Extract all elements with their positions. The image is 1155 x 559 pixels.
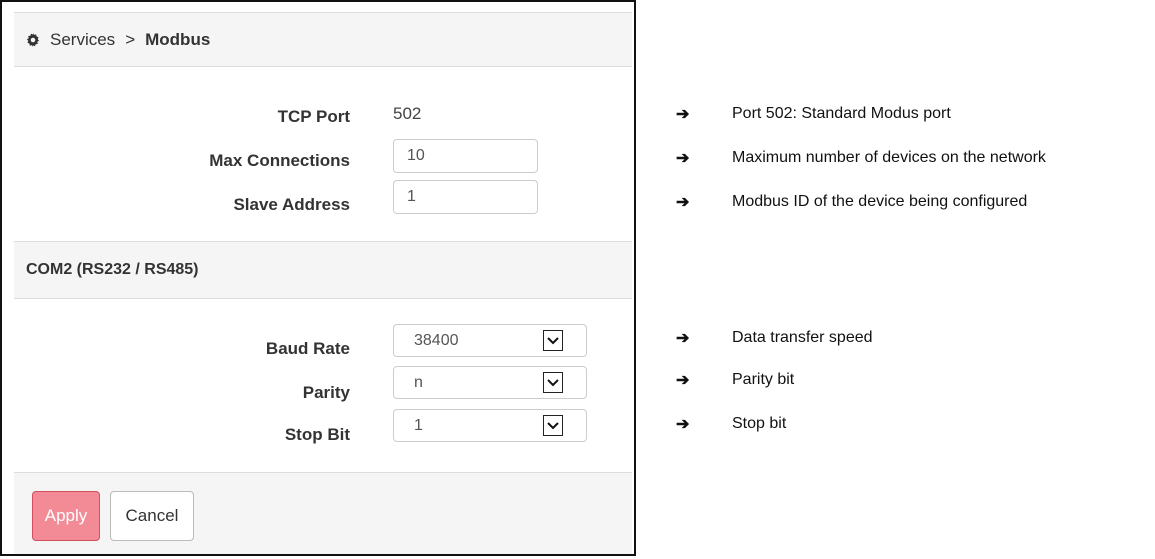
com2-section-title: COM2 (RS232 / RS485) — [14, 241, 632, 299]
breadcrumb-services[interactable]: Services — [50, 30, 115, 50]
max-connections-input[interactable] — [393, 139, 538, 173]
breadcrumb: Services > Modbus — [14, 12, 632, 67]
annotation-baud-rate: ➔ Data transfer speed — [676, 328, 873, 348]
gear-icon — [26, 32, 40, 47]
arrow-right-icon: ➔ — [676, 372, 690, 389]
chevron-down-icon[interactable] — [543, 330, 563, 351]
cancel-button[interactable]: Cancel — [110, 491, 194, 541]
annotation-slave-address: ➔ Modbus ID of the device being configur… — [676, 192, 1027, 212]
slave-address-label: Slave Address — [233, 195, 350, 214]
arrow-right-icon: ➔ — [676, 106, 690, 123]
annotation-text: Stop bit — [732, 415, 787, 432]
stop-bit-label: Stop Bit — [284, 425, 350, 444]
chevron-down-icon[interactable] — [543, 372, 563, 393]
apply-button[interactable]: Apply — [32, 491, 100, 541]
stop-bit-value: 1 — [414, 416, 423, 434]
annotation-max-connections: ➔ Maximum number of devices on the netwo… — [676, 148, 1046, 168]
chevron-down-icon[interactable] — [543, 415, 563, 436]
annotation-text: Modbus ID of the device being configured — [732, 193, 1028, 210]
parity-value: n — [414, 373, 423, 391]
tcp-port-value: 502 — [393, 104, 422, 123]
arrow-right-icon: ➔ — [676, 330, 690, 347]
arrow-right-icon: ➔ — [676, 416, 690, 433]
annotation-text: Data transfer speed — [732, 329, 873, 346]
baud-rate-select[interactable]: 38400 — [393, 324, 587, 357]
form-footer: Apply Cancel — [14, 472, 632, 554]
annotation-parity: ➔ Parity bit — [676, 370, 794, 390]
max-connections-label: Max Connections — [209, 151, 350, 170]
arrow-right-icon: ➔ — [676, 150, 690, 167]
annotation-stop-bit: ➔ Stop bit — [676, 414, 786, 434]
baud-rate-label: Baud Rate — [265, 339, 350, 358]
parity-select[interactable]: n — [393, 366, 587, 399]
baud-rate-value: 38400 — [414, 331, 459, 349]
arrow-right-icon: ➔ — [676, 194, 690, 211]
tcp-port-label: TCP Port — [277, 107, 350, 126]
annotation-tcp-port: ➔ Port 502: Standard Modus port — [676, 104, 951, 124]
annotation-text: Maximum number of devices on the network — [732, 149, 1046, 166]
annotation-text: Parity bit — [732, 371, 795, 388]
breadcrumb-current: Modbus — [145, 29, 211, 49]
modbus-settings-panel: Services > Modbus TCP Port 502 Max Conne… — [0, 0, 636, 556]
annotation-text: Port 502: Standard Modus port — [732, 105, 951, 122]
slave-address-input[interactable] — [393, 180, 538, 214]
parity-label: Parity — [302, 383, 350, 402]
breadcrumb-separator: > — [125, 29, 136, 49]
stop-bit-select[interactable]: 1 — [393, 409, 587, 442]
